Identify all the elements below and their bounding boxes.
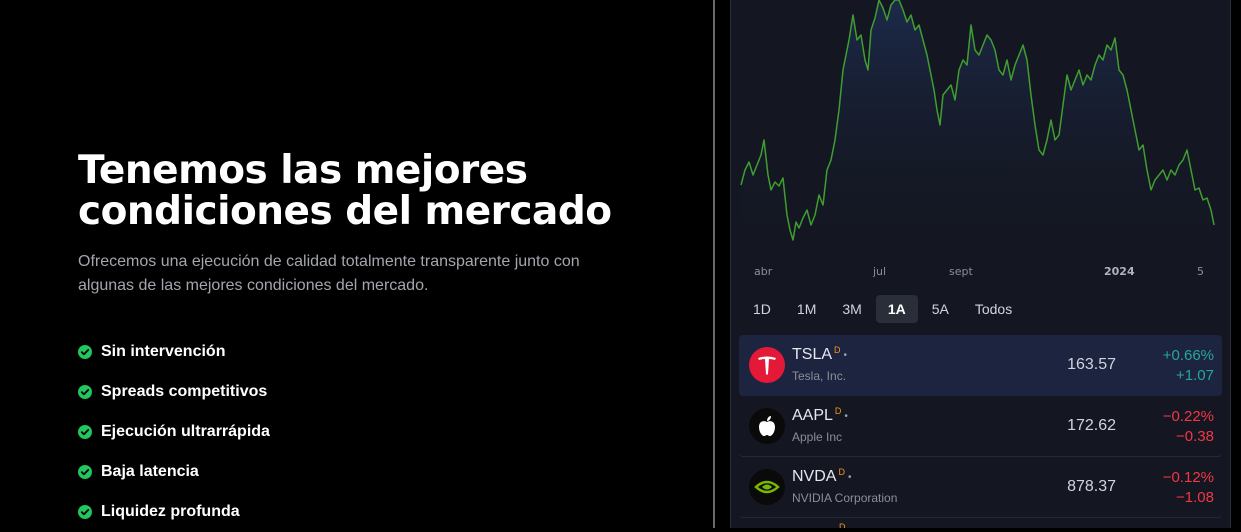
company-name: Tesla, Inc. bbox=[792, 369, 847, 383]
market-widget: abr jul sept 2024 5 1D 1M 3M 1A 5A Todos… bbox=[730, 0, 1231, 528]
x-axis-label: sept bbox=[949, 265, 973, 278]
feature-label: Liquidez profunda bbox=[101, 503, 240, 520]
symbol: NVDA bbox=[792, 468, 837, 485]
symbol-line: NVDA D • bbox=[792, 467, 852, 486]
check-circle-icon bbox=[78, 465, 92, 479]
delayed-badge: D bbox=[839, 522, 846, 528]
feature-item: Liquidez profunda bbox=[78, 492, 270, 532]
symbol: TSLA bbox=[792, 346, 833, 363]
range-tab-todos[interactable]: Todos bbox=[963, 295, 1024, 323]
quote-row-partial[interactable]: D bbox=[739, 515, 1222, 528]
apple-logo-icon bbox=[749, 408, 785, 444]
quote-row-nvda[interactable]: NVDA D • NVIDIA Corporation 878.37 −0.12… bbox=[739, 457, 1222, 518]
tesla-logo-icon bbox=[749, 347, 785, 383]
section-divider bbox=[713, 0, 715, 528]
delayed-badge: D bbox=[834, 406, 842, 416]
hero-title-line-2: condiciones del mercado bbox=[78, 189, 612, 234]
range-tab-1d[interactable]: 1D bbox=[741, 295, 783, 323]
check-circle-icon bbox=[78, 425, 92, 439]
company-name: NVIDIA Corporation bbox=[792, 491, 898, 505]
feature-item: Ejecución ultrarrápida bbox=[78, 412, 270, 452]
price: 163.57 bbox=[1067, 356, 1116, 373]
delayed-badge: D bbox=[834, 345, 841, 355]
change-percent: −0.12% bbox=[1162, 469, 1214, 486]
feature-list: Sin intervención Spreads competitivos Ej… bbox=[78, 332, 270, 532]
x-axis-label: 5 bbox=[1197, 265, 1204, 278]
symbol-line: TSLA D • bbox=[792, 345, 848, 364]
feature-item: Baja latencia bbox=[78, 452, 270, 492]
check-circle-icon bbox=[78, 505, 92, 519]
feature-label: Baja latencia bbox=[101, 463, 199, 480]
symbol: AAPL bbox=[792, 407, 833, 424]
price: 878.37 bbox=[1067, 478, 1116, 495]
price: 172.62 bbox=[1067, 417, 1116, 434]
hero-subtitle: Ofrecemos una ejecución de calidad total… bbox=[78, 253, 580, 294]
status-dot-icon: • bbox=[844, 411, 848, 422]
nvidia-logo-icon bbox=[749, 469, 785, 505]
range-tab-3m[interactable]: 3M bbox=[830, 295, 873, 323]
delayed-badge: D bbox=[838, 467, 845, 477]
hero-title: Tenemos las mejores condiciones del merc… bbox=[78, 150, 612, 232]
feature-item: Spreads competitivos bbox=[78, 372, 270, 412]
apple-icon bbox=[759, 416, 775, 436]
change-percent: +0.66% bbox=[1162, 347, 1214, 364]
status-dot-icon: • bbox=[843, 350, 848, 361]
hero-title-line-1: Tenemos las mejores bbox=[78, 148, 528, 193]
range-tab-5a[interactable]: 5A bbox=[920, 295, 961, 323]
tesla-t-icon bbox=[758, 356, 776, 375]
quote-row-aapl[interactable]: AAPL D • Apple Inc 172.62 −0.22% −0.38 bbox=[739, 396, 1222, 457]
x-axis-label: jul bbox=[872, 265, 886, 278]
x-axis-label: abr bbox=[754, 265, 773, 278]
company-name: Apple Inc bbox=[792, 430, 843, 444]
quote-row-tsla[interactable]: TSLA D • Tesla, Inc. 163.57 +0.66% +1.07 bbox=[739, 335, 1222, 396]
symbol-line: AAPL D • bbox=[792, 406, 848, 425]
change-absolute: −0.38 bbox=[1176, 428, 1214, 445]
price-area bbox=[741, 0, 1214, 258]
range-tab-1a[interactable]: 1A bbox=[875, 295, 918, 323]
change-percent: −0.22% bbox=[1162, 408, 1214, 425]
range-tab-1m[interactable]: 1M bbox=[785, 295, 828, 323]
change-absolute: +1.07 bbox=[1176, 367, 1214, 384]
status-dot-icon: • bbox=[847, 472, 852, 483]
price-chart[interactable]: abr jul sept 2024 5 bbox=[731, 0, 1230, 290]
x-axis-label: 2024 bbox=[1104, 265, 1135, 278]
feature-label: Sin intervención bbox=[101, 343, 226, 360]
range-tabs: 1D 1M 3M 1A 5A Todos bbox=[741, 295, 1026, 323]
feature-label: Spreads competitivos bbox=[101, 383, 268, 400]
nvidia-eye-icon bbox=[754, 480, 780, 494]
check-circle-icon bbox=[78, 345, 92, 359]
change-absolute: −1.08 bbox=[1176, 489, 1214, 506]
quote-list: TSLA D • Tesla, Inc. 163.57 +0.66% +1.07… bbox=[739, 335, 1222, 518]
feature-label: Ejecución ultrarrápida bbox=[101, 423, 270, 440]
feature-item: Sin intervención bbox=[78, 332, 270, 372]
check-circle-icon bbox=[78, 385, 92, 399]
